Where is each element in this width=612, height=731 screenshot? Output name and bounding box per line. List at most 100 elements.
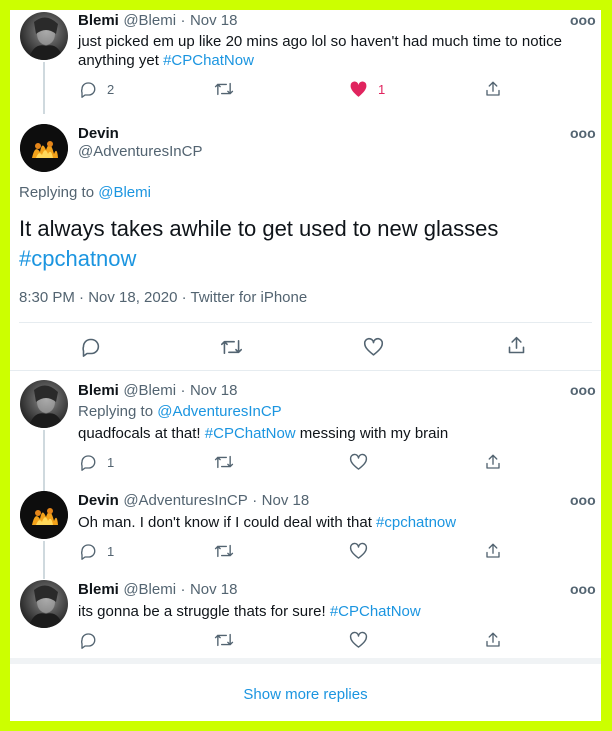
reply-icon: [82, 338, 100, 357]
author-handle[interactable]: @Blemi: [123, 581, 176, 598]
heart-icon: [349, 453, 368, 470]
avatar-image: [20, 491, 68, 539]
share-button[interactable]: [484, 453, 502, 471]
tweet-text-line: anything yet #CPChatNow: [78, 51, 562, 70]
share-icon: [486, 543, 500, 558]
avatar-image: [20, 124, 68, 172]
hashtag-link[interactable]: #CPChatNow: [330, 603, 421, 620]
reply-icon: [81, 544, 96, 560]
tweet-metadata[interactable]: 8:30 PM · Nov 18, 2020 · Twitter for iPh…: [19, 289, 307, 306]
author-name[interactable]: Blemi: [78, 382, 119, 399]
replying-to-link[interactable]: @Blemi: [98, 184, 151, 201]
reply-button[interactable]: 2: [79, 80, 114, 98]
show-more-replies-link[interactable]: Show more replies: [10, 686, 601, 703]
retweet-icon: [214, 82, 234, 96]
replying-to-link[interactable]: @AdventuresInCP: [157, 403, 281, 420]
hashtag-link[interactable]: #CPChatNow: [163, 52, 254, 69]
reply-button[interactable]: [79, 631, 97, 649]
replying-to: Replying to @Blemi: [19, 184, 151, 201]
thread-line: [43, 62, 45, 114]
tweet-header: Blemi @Blemi · Nov 18: [78, 382, 237, 400]
reply-icon: [81, 633, 96, 649]
like-button[interactable]: [349, 631, 368, 649]
tweet-date[interactable]: Nov 18: [190, 581, 238, 598]
reply-button[interactable]: [80, 336, 101, 357]
more-options-icon[interactable]: ooo: [570, 125, 596, 141]
tweet-text-plain: anything yet: [78, 52, 164, 69]
reply-count: 1: [107, 454, 115, 470]
dot-separator: ·: [180, 12, 186, 29]
like-button[interactable]: [349, 542, 368, 560]
share-button[interactable]: [484, 631, 502, 649]
retweet-button[interactable]: [214, 453, 234, 471]
retweet-button[interactable]: [214, 80, 234, 98]
tweet-text-plain: messing with my brain: [295, 425, 449, 442]
retweet-icon: [214, 455, 234, 469]
replying-to-label: Replying to: [78, 403, 158, 420]
tweet-text: its gonna be a struggle thats for sure! …: [78, 602, 421, 621]
tweet-text-line: It always takes awhile to get used to ne…: [19, 216, 499, 241]
author-handle[interactable]: @Blemi: [123, 382, 176, 399]
share-button[interactable]: [484, 80, 502, 98]
avatar-blemi[interactable]: [20, 580, 68, 628]
heart-icon: [349, 631, 368, 648]
share-icon: [486, 632, 500, 647]
tweet-date[interactable]: Nov 18: [190, 382, 238, 399]
reply-button[interactable]: 1: [79, 453, 114, 471]
tweet-text: Oh man. I don't know if I could deal wit…: [78, 513, 456, 532]
avatar-image: [28, 17, 64, 60]
more-options-icon[interactable]: ooo: [570, 382, 596, 398]
tweet-header: Devin @AdventuresInCP · Nov 18: [78, 492, 309, 510]
retweet-button[interactable]: [214, 542, 234, 560]
avatar-blemi[interactable]: [20, 12, 68, 60]
tweet-date[interactable]: Nov 18: [190, 12, 238, 29]
reply-icon: [81, 82, 96, 98]
author-handle[interactable]: @Blemi: [123, 12, 176, 29]
tweet-text-plain: Oh man. I don't know if I could deal wit…: [78, 514, 377, 531]
share-button[interactable]: [484, 542, 502, 560]
hashtag-link[interactable]: #CPChatNow: [205, 425, 296, 442]
author-name[interactable]: Devin: [78, 125, 202, 142]
author-handle[interactable]: @AdventuresInCP: [123, 492, 247, 509]
tweet-header: Blemi @Blemi · Nov 18: [78, 581, 237, 599]
author-name[interactable]: Blemi: [78, 12, 119, 29]
more-options-icon[interactable]: ooo: [570, 12, 596, 28]
author-name[interactable]: Blemi: [78, 581, 119, 598]
like-button[interactable]: [363, 337, 384, 357]
heart-icon: [349, 542, 368, 559]
tweet-text: just picked em up like 20 mins ago lol s…: [78, 32, 562, 70]
more-options-icon[interactable]: ooo: [570, 581, 596, 597]
author-handle[interactable]: @AdventuresInCP: [78, 143, 202, 160]
retweet-button[interactable]: [220, 337, 243, 357]
avatar-image: [28, 585, 64, 628]
heart-icon: [350, 81, 367, 97]
like-button[interactable]: 1: [349, 80, 385, 98]
avatar-blemi[interactable]: [20, 380, 68, 428]
reply-count: 1: [107, 543, 115, 559]
heart-icon: [363, 337, 384, 356]
tweet-text: quadfocals at that! #CPChatNow messing w…: [78, 424, 448, 443]
avatar-devin[interactable]: [20, 124, 68, 172]
dot-separator: ·: [252, 492, 258, 509]
like-button[interactable]: [349, 453, 368, 471]
share-icon: [486, 454, 500, 469]
avatar-devin[interactable]: [20, 491, 68, 539]
hashtag-link[interactable]: #cpchatnow: [376, 514, 456, 531]
dot-separator: ·: [180, 581, 186, 598]
divider: [10, 370, 601, 371]
share-icon: [508, 336, 525, 354]
dot-separator: ·: [180, 382, 186, 399]
reply-icon: [81, 455, 96, 471]
tweet-date[interactable]: Nov 18: [262, 492, 310, 509]
tweet-header: Blemi @Blemi · Nov 18: [78, 12, 237, 30]
like-count: 1: [378, 81, 386, 97]
reply-count: 2: [107, 81, 115, 97]
divider: [19, 322, 592, 323]
author-name[interactable]: Devin: [78, 492, 119, 509]
reply-button[interactable]: 1: [79, 542, 114, 560]
hashtag-link[interactable]: #cpchatnow: [19, 244, 498, 274]
retweet-button[interactable]: [214, 631, 234, 649]
retweet-icon: [214, 544, 234, 558]
share-button[interactable]: [506, 335, 527, 356]
more-options-icon[interactable]: ooo: [570, 492, 596, 508]
